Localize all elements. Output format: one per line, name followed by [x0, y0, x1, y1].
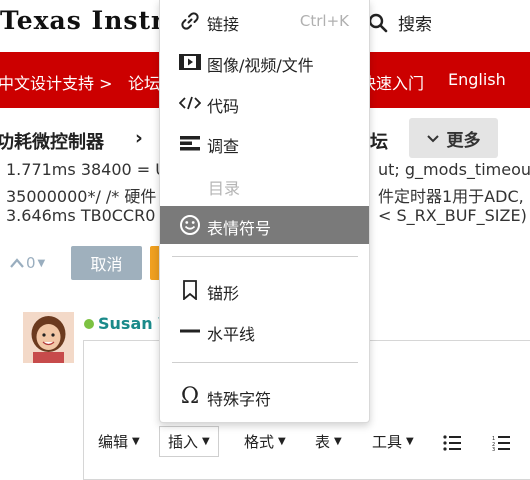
code-line-1: 1.771ms 38400 = U ut; g_mods_timeout [6, 160, 530, 179]
menu-item-shortcut: Ctrl+K [299, 12, 349, 30]
smiley-icon [179, 214, 201, 236]
toolbar-edit-label: 编辑 [98, 433, 129, 451]
menu-item-label: 调查 [207, 137, 240, 156]
menu-item-label: 图像/视频/文件 [207, 56, 314, 75]
film-icon [179, 51, 201, 73]
toolbar-edit[interactable]: 编辑 ▼ [98, 431, 140, 452]
avatar [23, 312, 74, 363]
menu-item-survey[interactable]: 调查 [160, 124, 369, 162]
horizontal-line-icon [179, 320, 201, 342]
caret-down-icon: ▼ [406, 436, 414, 447]
more-button[interactable]: 更多 [409, 118, 498, 158]
menu-separator [172, 256, 358, 257]
menu-item-label: 目录 [208, 179, 241, 198]
code-line-3-left: 3.646ms TB0CCR0 [6, 206, 156, 225]
toolbar-table-label: 表 [315, 433, 331, 451]
menu-item-media[interactable]: 图像/视频/文件 [160, 43, 369, 81]
insert-dropdown-menu: 链接 Ctrl+K 图像/视频/文件 代码 调查 目录 表情符号 锚形 水平线 … [159, 0, 370, 423]
menu-item-emoji[interactable]: 表情符号 [160, 206, 369, 244]
menu-item-toc: 目录 [160, 166, 369, 204]
chevron-down-icon [426, 128, 439, 148]
code-line-1-right: ut; g_mods_timeout [378, 160, 530, 179]
caret-down-icon: ▼ [132, 436, 140, 447]
code-line-2-right: 件定时器1用于ADC, [378, 187, 524, 206]
menu-item-link[interactable]: 链接 Ctrl+K [160, 2, 369, 40]
link-icon [179, 10, 201, 32]
caret-down-icon: ▼ [202, 436, 210, 447]
nav-chinese-support[interactable]: 中文设计支持 > [0, 70, 113, 94]
svg-text:3: 3 [492, 447, 495, 451]
menu-item-label: 特殊字符 [207, 390, 272, 409]
menu-item-label: 链接 [207, 15, 240, 34]
code-line-1-left: 1.771ms 38400 = U [6, 160, 167, 179]
breadcrumb-chevron-icon: › [135, 127, 143, 149]
toolbar-tools[interactable]: 工具 ▼ [372, 431, 414, 452]
toolbar-table[interactable]: 表 ▼ [315, 431, 342, 452]
vote-control[interactable]: 0 ▼ [10, 254, 45, 272]
code-line-3: 3.646ms TB0CCR0 < S_RX_BUF_SIZE) { [6, 206, 530, 225]
code-icon [179, 92, 201, 114]
bookmark-icon [179, 279, 201, 301]
nav-english[interactable]: English [448, 70, 506, 89]
vote-caret-icon[interactable]: ▼ [38, 258, 46, 269]
ti-logo[interactable]: Texas Instru [0, 6, 184, 35]
toolbar-tools-label: 工具 [372, 433, 403, 451]
nav-forum[interactable]: 论坛 [128, 70, 160, 94]
editor-toolbar: 编辑 ▼ 插入 ▼ 格式 ▼ 表 ▼ 工具 ▼ 123 [0, 425, 530, 465]
omega-icon: Ω [180, 383, 200, 409]
breadcrumb-title[interactable]: 功耗微控制器 [0, 128, 104, 154]
toolbar-insert-label: 插入 [168, 433, 199, 451]
caret-down-icon: ▼ [334, 436, 342, 447]
toolbar-format-label: 格式 [244, 433, 275, 451]
breadcrumb-forum-tail[interactable]: 坛 [370, 128, 388, 154]
cancel-button[interactable]: 取消 [71, 246, 142, 280]
menu-item-horizontal-rule[interactable]: 水平线 [160, 312, 369, 350]
menu-item-code[interactable]: 代码 [160, 84, 369, 122]
search-label[interactable]: 搜索 [398, 10, 432, 35]
numbered-list-icon[interactable]: 123 [492, 435, 510, 455]
caret-down-icon: ▼ [278, 436, 286, 447]
toolbar-format[interactable]: 格式 ▼ [244, 431, 286, 452]
upvote-icon[interactable] [10, 254, 24, 272]
code-line-3-right: < S_RX_BUF_SIZE) { [378, 206, 530, 225]
menu-item-label: 水平线 [207, 325, 256, 344]
header-search[interactable]: 搜索 [368, 10, 432, 35]
code-line-2: 35000000*/ /* 硬件 件定时器1用于ADC, [6, 183, 524, 207]
toolbar-insert[interactable]: 插入 ▼ [159, 426, 219, 457]
menu-item-label: 表情符号 [207, 219, 272, 238]
code-line-2-left: 35000000*/ /* 硬件 [6, 187, 157, 206]
more-label: 更多 [446, 130, 481, 151]
menu-separator [172, 362, 358, 363]
bullet-list-icon[interactable] [443, 435, 461, 455]
menu-item-special-chars[interactable]: Ω 特殊字符 [160, 377, 369, 415]
poll-icon [179, 132, 201, 154]
menu-item-label: 锚形 [207, 284, 240, 303]
online-status-dot [84, 319, 94, 329]
menu-item-anchor[interactable]: 锚形 [160, 271, 369, 309]
vote-count: 0 [26, 254, 36, 272]
search-icon[interactable] [368, 13, 388, 33]
menu-item-label: 代码 [207, 97, 240, 116]
